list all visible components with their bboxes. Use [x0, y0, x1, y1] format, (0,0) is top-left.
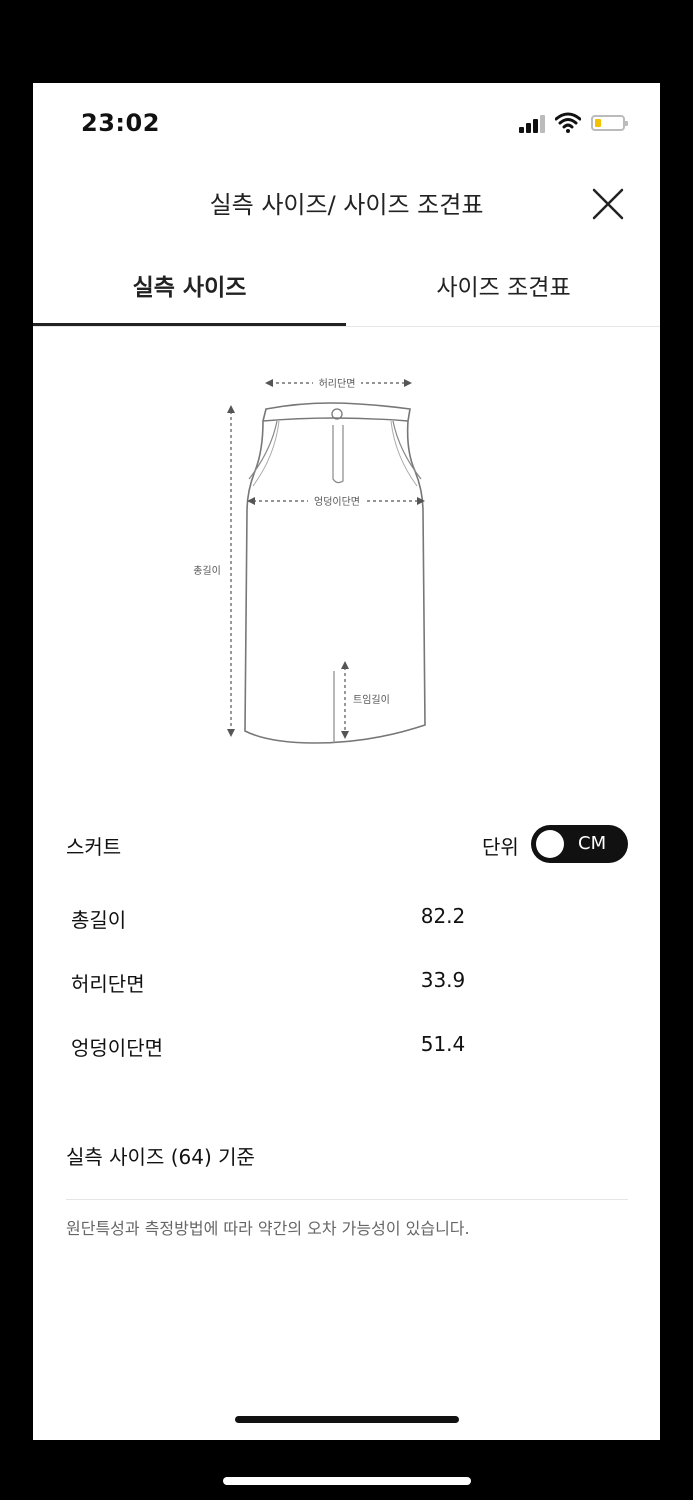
- waist-label: 허리단면: [319, 378, 356, 390]
- measurement-value: 33.9: [420, 968, 466, 992]
- tab-bar: 실측 사이즈 사이즈 조견표: [33, 251, 660, 327]
- page-title: 실측 사이즈/ 사이즈 조견표: [209, 191, 484, 219]
- unit-value: CM: [578, 833, 607, 854]
- tab-size-chart[interactable]: 사이즈 조견표: [347, 251, 660, 325]
- skirt-diagram: 허리단면 엉덩이단면 총길이 트임길이: [193, 374, 426, 744]
- disclaimer-note: 원단특성과 측정방법에 따라 약간의 오차 가능성이 있습니다.: [66, 1219, 470, 1238]
- measurement-value: 82.2: [420, 904, 466, 928]
- toggle-knob: [536, 830, 564, 858]
- page-header: 실측 사이즈/ 사이즈 조견표: [33, 163, 660, 243]
- measurement-row: 총길이 82.2: [71, 896, 491, 936]
- home-indicator[interactable]: [235, 1416, 459, 1423]
- measurement-label: 허리단면: [71, 972, 145, 996]
- wifi-icon: [555, 112, 581, 133]
- tab-measured-size[interactable]: 실측 사이즈: [33, 251, 346, 326]
- slit-length-label: 트임길이: [353, 693, 390, 706]
- hip-label: 엉덩이단면: [314, 496, 360, 508]
- measurement-row: 엉덩이단면 51.4: [71, 1024, 491, 1064]
- close-icon[interactable]: [589, 185, 627, 223]
- measurement-label: 엉덩이단면: [71, 1036, 163, 1060]
- divider: [66, 1199, 628, 1200]
- app-screen: 23:02 실측 사이즈/ 사이즈 조견표 실측 사이즈 사이즈 조견표 허리단…: [33, 83, 660, 1440]
- measurement-row: 허리단면 33.9: [71, 960, 491, 1000]
- cellular-signal-icon: [519, 115, 547, 133]
- total-length-label: 총길이: [193, 564, 221, 577]
- status-time: 23:02: [81, 109, 160, 137]
- measurement-basis: 실측 사이즈 (64) 기준: [66, 1145, 255, 1169]
- battery-icon: [591, 115, 628, 131]
- measurement-value: 51.4: [420, 1032, 466, 1056]
- outer-home-indicator: [223, 1477, 471, 1485]
- product-title: 스커트: [66, 835, 122, 859]
- status-bar: 23:02: [33, 83, 660, 163]
- unit-label: 단위: [482, 835, 519, 859]
- product-section-header: 스커트 단위 CM: [66, 825, 628, 865]
- unit-toggle[interactable]: CM: [531, 825, 628, 863]
- measurement-label: 총길이: [71, 908, 127, 932]
